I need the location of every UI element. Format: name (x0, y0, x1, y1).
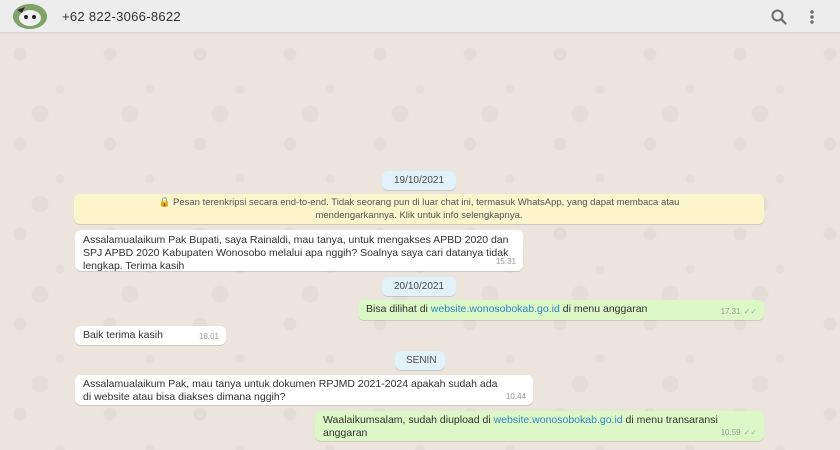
message-time: 18.01 (198, 332, 219, 341)
message-text: Assalamualaikum Pak Bupati, saya Rainald… (83, 234, 509, 272)
message-time: 15.31 (495, 257, 516, 266)
message-time-status: 10.59 ✓✓ (721, 426, 757, 439)
encryption-notice-line1: 🔒 Pesan terenkripsi secara end-to-end. T… (158, 197, 680, 208)
message-text-before: Waalaikumsalam, sudah diupload di (323, 414, 494, 426)
encryption-notice[interactable]: 🔒 Pesan terenkripsi secara end-to-end. T… (74, 194, 764, 224)
double-check-icon: ✓✓ (743, 428, 757, 437)
encryption-notice-line2: mendengarkannya. Klik untuk info selengk… (315, 210, 523, 221)
menu-icon[interactable] (802, 7, 822, 27)
message-time-status: 17.31 ✓✓ (721, 305, 757, 318)
avatar[interactable] (13, 4, 47, 29)
message-outgoing[interactable]: Bisa dilihat di website.wonosobokab.go.i… (358, 300, 764, 320)
message-outgoing[interactable]: Waalaikumsalam, sudah diupload di websit… (315, 411, 764, 441)
double-check-icon: ✓✓ (743, 307, 757, 316)
message-text-after: di menu anggaran (559, 303, 648, 315)
contact-name[interactable]: +62 822-3066-8622 (62, 9, 181, 24)
date-divider-2: 20/10/2021 (382, 277, 456, 296)
message-text: Assalamualaikum Pak, mau tanya untuk dok… (83, 378, 498, 403)
message-incoming[interactable]: Assalamualaikum Pak, mau tanya untuk dok… (75, 375, 533, 405)
search-icon[interactable] (769, 7, 789, 27)
message-text: Baik terima kasih (83, 329, 163, 341)
message-time: 17.31 (720, 307, 741, 316)
date-divider-1: 19/10/2021 (382, 171, 456, 190)
chat-header: +62 822-3066-8622 (0, 0, 840, 33)
message-time: 10.44 (505, 392, 526, 401)
website-link[interactable]: website.wonosobokab.go.id (494, 414, 623, 426)
date-divider-3: SENIN (395, 351, 445, 370)
website-link[interactable]: website.wonosobokab.go.id (431, 303, 560, 315)
message-incoming[interactable]: Assalamualaikum Pak Bupati, saya Rainald… (75, 230, 523, 272)
message-incoming[interactable]: Baik terima kasih 18.01 (75, 326, 226, 345)
message-text-before: Bisa dilihat di (366, 303, 431, 315)
message-time: 10.59 (720, 428, 741, 437)
